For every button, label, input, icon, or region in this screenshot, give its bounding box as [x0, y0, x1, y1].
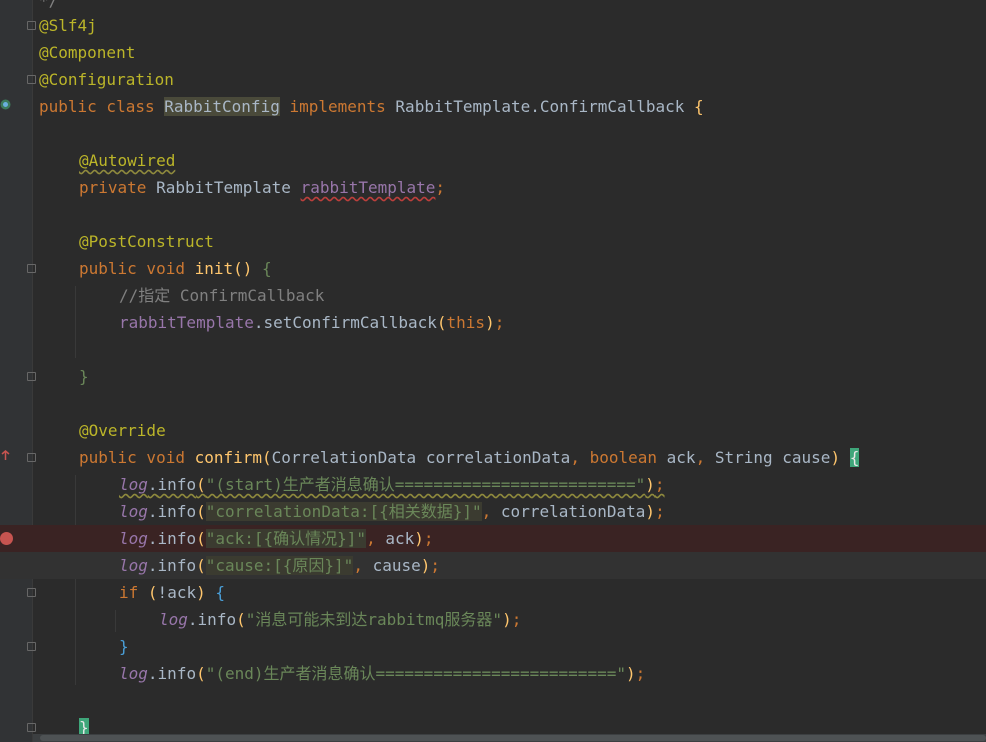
log-var[interactable]: log	[119, 556, 148, 575]
log-var[interactable]: log	[159, 610, 188, 629]
method-name[interactable]: confirm	[195, 448, 262, 467]
fold-end-icon[interactable]	[27, 75, 36, 84]
log-correlation-call: log.info("correlationData:[{相关数据}]", cor…	[119, 502, 665, 521]
arg-ref[interactable]: correlationData	[501, 502, 646, 521]
method-name[interactable]: init	[195, 259, 234, 278]
field-type[interactable]: RabbitTemplate	[156, 178, 291, 197]
log-end-call: log.info("(end)生产者消息确认==================…	[119, 664, 646, 683]
method-init-declaration: public void init() {	[79, 259, 272, 278]
method-call[interactable]: info	[158, 475, 197, 494]
log-unreach-call: log.info("消息可能未到达rabbitmq服务器");	[159, 610, 522, 629]
param-type[interactable]: String	[715, 448, 773, 467]
code-line-breakpoint[interactable]: log.info("ack:[{确认情况}]", ack);	[0, 525, 986, 552]
fold-end-icon[interactable]	[27, 642, 36, 651]
fold-icon[interactable]	[27, 21, 36, 30]
log-var[interactable]: log	[119, 502, 148, 521]
arg-ref[interactable]: cause	[373, 556, 421, 575]
code-line[interactable]: public void confirm(CorrelationData corr…	[0, 444, 986, 471]
fold-icon[interactable]	[27, 264, 36, 273]
method-call[interactable]: setConfirmCallback	[264, 313, 437, 332]
set-callback-call: rabbitTemplate.setConfirmCallback(this);	[119, 313, 505, 332]
string-literal: "(start)生产者消息确认=========================…	[205, 475, 646, 494]
method-call[interactable]: info	[198, 610, 237, 629]
param-type[interactable]: CorrelationData	[272, 448, 417, 467]
param-type[interactable]: boolean	[590, 448, 657, 467]
param-name[interactable]: correlationData	[426, 448, 571, 467]
code-line[interactable]: private RabbitTemplate rabbitTemplate;	[0, 174, 986, 201]
log-ack-call: log.info("ack:[{确认情况}]", ack);	[119, 529, 434, 548]
code-line[interactable]: @Override	[0, 417, 986, 444]
breakpoint-icon[interactable]	[0, 532, 13, 545]
param-name[interactable]: ack	[667, 448, 696, 467]
code-line[interactable]: @PostConstruct	[0, 228, 986, 255]
method-call[interactable]: info	[158, 664, 197, 683]
if-closing-brace: }	[119, 637, 129, 656]
code-line[interactable]: log.info("correlationData:[{相关数据}]", cor…	[0, 498, 986, 525]
annotation-slf4j: @Slf4j	[39, 16, 97, 35]
code-line[interactable]: rabbitTemplate.setConfirmCallback(this);	[0, 309, 986, 336]
code-line[interactable]: public class RabbitConfig implements Rab…	[0, 93, 986, 120]
code-line[interactable]: if (!ack) {	[0, 579, 986, 606]
class-name[interactable]: RabbitConfig	[164, 97, 280, 116]
string-literal: "(end)生产者消息确认========================="	[205, 664, 626, 683]
string-literal: "cause:[{原因}]"	[205, 556, 354, 575]
method-call[interactable]: info	[158, 556, 197, 575]
override-arrow-icon[interactable]	[0, 450, 11, 461]
field-name[interactable]: rabbitTemplate	[301, 178, 436, 197]
fold-icon[interactable]	[27, 453, 36, 462]
method-call[interactable]: info	[158, 502, 197, 521]
string-literal: "消息可能未到达rabbitmq服务器"	[245, 610, 503, 629]
code-line[interactable]: log.info("(start)生产者消息确认================…	[0, 471, 986, 498]
annotation-override: @Override	[79, 421, 166, 440]
method-confirm-declaration: public void confirm(CorrelationData corr…	[79, 448, 860, 467]
spring-bean-icon[interactable]	[0, 99, 11, 110]
interface-name[interactable]: RabbitTemplate.ConfirmCallback	[395, 97, 684, 116]
method-call[interactable]: info	[158, 529, 197, 548]
log-var[interactable]: log	[119, 475, 148, 494]
code-line[interactable]: @Configuration	[0, 66, 986, 93]
fold-icon[interactable]	[27, 588, 36, 597]
code-line-current[interactable]: log.info("cause:[{原因}]", cause);	[0, 552, 986, 579]
log-start-call: log.info("(start)生产者消息确认================…	[119, 475, 665, 494]
log-var[interactable]: log	[119, 529, 148, 548]
code-editor[interactable]: */ @Slf4j @Component @Configuration publ…	[0, 0, 986, 742]
fold-end-icon[interactable]	[27, 372, 36, 381]
field-declaration: private RabbitTemplate rabbitTemplate;	[79, 178, 446, 197]
annotation-configuration: @Configuration	[39, 70, 174, 89]
code-line[interactable]: log.info("消息可能未到达rabbitmq服务器");	[0, 606, 986, 633]
annotation-autowired: @Autowired	[79, 151, 176, 170]
closing-brace: }	[79, 367, 89, 386]
fold-end-icon[interactable]	[27, 723, 36, 732]
code-line[interactable]: }	[0, 363, 986, 390]
code-line[interactable]: public void init() {	[0, 255, 986, 282]
string-literal: "correlationData:[{相关数据}]"	[205, 502, 482, 521]
comment-line: //指定 ConfirmCallback	[119, 286, 325, 305]
arg-ref[interactable]: ack	[385, 529, 414, 548]
annotation-postconstruct: @PostConstruct	[79, 232, 214, 251]
if-statement: if (!ack) {	[119, 583, 225, 602]
code-line[interactable]: @Component	[0, 39, 986, 66]
arg-ref[interactable]: ack	[167, 583, 196, 602]
log-var[interactable]: log	[119, 664, 148, 683]
class-declaration: public class RabbitConfig implements Rab…	[39, 97, 704, 116]
log-cause-call: log.info("cause:[{原因}]", cause);	[119, 556, 441, 575]
code-line[interactable]: log.info("(end)生产者消息确认==================…	[0, 660, 986, 687]
field-ref[interactable]: rabbitTemplate	[119, 313, 254, 332]
param-name[interactable]: cause	[782, 448, 830, 467]
code-line[interactable]: @Slf4j	[0, 12, 986, 39]
string-literal: "ack:[{确认情况}]"	[205, 529, 367, 548]
horizontal-scrollbar-thumb[interactable]	[40, 735, 986, 741]
code-line[interactable]: }	[0, 633, 986, 660]
annotation-component: @Component	[39, 43, 136, 62]
code-line[interactable]: @Autowired	[0, 147, 986, 174]
code-line[interactable]: //指定 ConfirmCallback	[0, 282, 986, 309]
